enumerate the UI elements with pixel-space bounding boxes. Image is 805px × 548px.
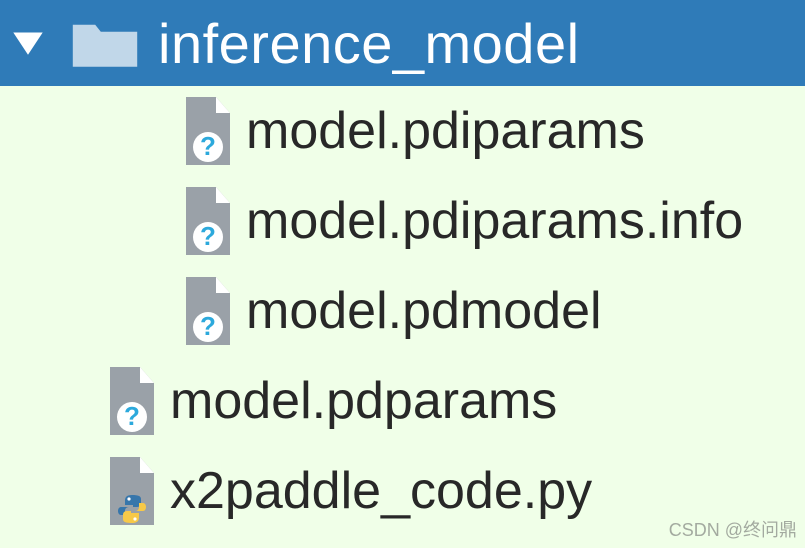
file-label: x2paddle_code.py [170, 461, 592, 521]
unknown-file-icon: ? [180, 95, 236, 167]
file-label: model.pdiparams [246, 101, 645, 161]
unknown-file-icon: ? [104, 365, 160, 437]
file-label: model.pdmodel [246, 281, 602, 341]
file-row[interactable]: ? model.pdmodel [0, 266, 805, 356]
file-label: model.pdiparams.info [246, 191, 743, 251]
folder-row-inference-model[interactable]: inference_model [0, 0, 805, 86]
folder-label: inference_model [158, 11, 580, 76]
watermark-text: CSDN @终问鼎 [669, 516, 797, 542]
svg-text:?: ? [200, 311, 216, 341]
svg-text:?: ? [200, 221, 216, 251]
file-row[interactable]: ? model.pdiparams.info [0, 176, 805, 266]
file-tree: inference_model ? model.pdiparams ? mode… [0, 0, 805, 536]
folder-icon [70, 15, 140, 71]
expand-toggle-icon[interactable] [4, 19, 52, 67]
file-row[interactable]: ? model.pdparams [0, 356, 805, 446]
unknown-file-icon: ? [180, 185, 236, 257]
python-file-icon [104, 455, 160, 527]
unknown-file-icon: ? [180, 275, 236, 347]
svg-text:?: ? [124, 401, 140, 431]
file-row[interactable]: ? model.pdiparams [0, 86, 805, 176]
file-label: model.pdparams [170, 371, 557, 431]
svg-text:?: ? [200, 131, 216, 161]
